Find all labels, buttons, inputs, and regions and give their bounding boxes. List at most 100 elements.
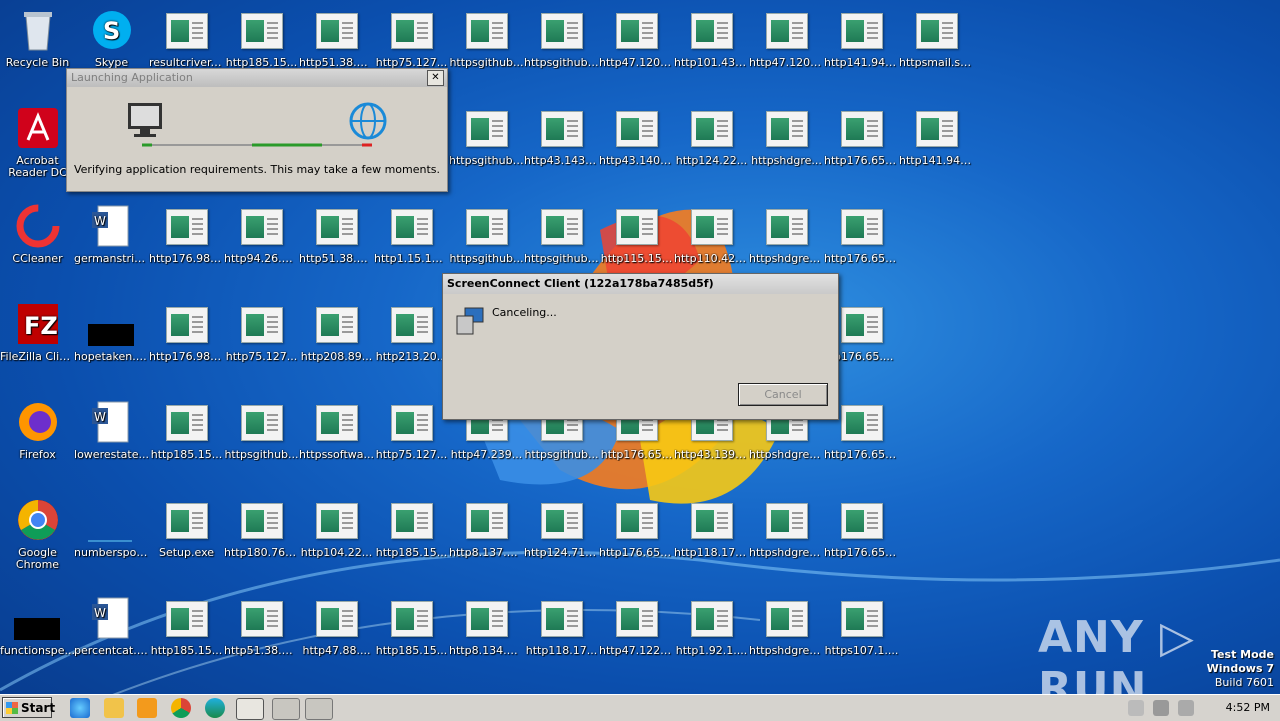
desktop-icon-shortcut[interactable]: http185.15... (149, 392, 224, 488)
desktop-icon-shortcut[interactable]: http75.127... (374, 392, 449, 488)
desktop-icon-shortcut[interactable]: httpssoftwa... (299, 392, 374, 488)
taskbar-window-button[interactable] (272, 698, 300, 720)
desktop-icon-shortcut[interactable]: http1.92.1.... (674, 588, 749, 684)
desktop-icon-shortcut[interactable]: http176.98.... (149, 196, 224, 292)
clock[interactable]: 4:52 PM (1226, 695, 1270, 721)
desktop-icon-shortcut[interactable]: Setup.exe (149, 490, 224, 586)
icon-label: http94.26.9... (224, 253, 299, 265)
web-shortcut-icon (688, 202, 736, 250)
desktop-icon-chrome[interactable]: Google Chrome (0, 490, 75, 586)
desktop-icon-shortcut[interactable]: http185.15... (149, 588, 224, 684)
filezilla-icon: FZ (17, 304, 58, 344)
icon-label: functionspe... (0, 645, 75, 657)
explorer-folder-icon[interactable] (104, 698, 124, 718)
desktop-icon-shortcut[interactable]: http185.15... (374, 588, 449, 684)
svg-text:W: W (94, 214, 106, 228)
desktop-icon-germanstrin[interactable]: W germanstrin... (74, 196, 149, 292)
desktop-icon-shortcut[interactable]: http176.65.... (824, 98, 899, 194)
desktop-icon-shortcut[interactable]: http1.15.17... (374, 196, 449, 292)
web-shortcut-icon (838, 104, 886, 152)
desktop-icon-shortcut[interactable]: http118.17... (524, 588, 599, 684)
desktop-icon-shortcut[interactable]: httpshdgree... (749, 490, 824, 586)
desktop-icon-numberspol[interactable]: numberspol... (74, 490, 149, 586)
cancel-button[interactable]: Cancel (738, 383, 828, 406)
desktop-icon-shortcut[interactable]: httpsgithub... (449, 0, 524, 96)
desktop-icon-recycle-bin[interactable]: Recycle Bin (0, 0, 75, 96)
desktop-icon-shortcut[interactable]: http8.134.8... (449, 588, 524, 684)
icon-label: http43.140.... (599, 155, 674, 167)
icon-label: http47.239... (450, 449, 523, 461)
desktop-icon-functionspe[interactable]: functionspe... (0, 588, 75, 684)
web-shortcut-icon (238, 6, 286, 54)
screenconnect-taskbar-button[interactable] (236, 698, 264, 720)
media-player-icon[interactable] (137, 698, 157, 718)
desktop-icon-shortcut[interactable]: http43.140.... (599, 98, 674, 194)
icon-label: http51.38.1... (299, 253, 374, 265)
desktop-icon-shortcut[interactable]: http51.38.1... (299, 196, 374, 292)
desktop-icon-shortcut[interactable]: http8.137.6... (449, 490, 524, 586)
chrome-taskbar-icon[interactable] (171, 698, 191, 718)
desktop-icon-shortcut[interactable]: https107.1.... (824, 588, 899, 684)
web-shortcut-icon (463, 6, 511, 54)
desktop-icon-percentcat[interactable]: W percentcat.rtf (74, 588, 149, 684)
web-shortcut-icon (163, 398, 211, 446)
icon-label: percentcat.rtf (74, 645, 149, 657)
desktop-icon-shortcut[interactable]: httpsgithub.... (449, 98, 524, 194)
desktop-icon-shortcut[interactable]: http47.88.... (299, 588, 374, 684)
desktop-icon-shortcut[interactable]: http104.22... (299, 490, 374, 586)
desktop-icon-acrobat[interactable]: Acrobat Reader DC (0, 98, 75, 194)
svg-text:W: W (94, 410, 106, 424)
desktop-icon-shortcut[interactable]: http176.65.... (599, 490, 674, 586)
edge-taskbar-icon[interactable] (205, 698, 225, 718)
network-icon[interactable] (1153, 700, 1169, 716)
web-shortcut-icon (388, 300, 436, 348)
desktop-icon-shortcut[interactable]: http124.22... (674, 98, 749, 194)
dialog-title: ScreenConnect Client (122a178ba7485d5f) (443, 274, 838, 294)
internet-explorer-icon[interactable] (70, 698, 90, 718)
volume-icon[interactable] (1178, 700, 1194, 716)
desktop-icon-shortcut[interactable]: http180.76.... (224, 490, 299, 586)
desktop-icon-shortcut[interactable]: httpshdgree... (749, 588, 824, 684)
desktop-icon-hopetaken[interactable]: hopetaken.jpg (74, 294, 149, 390)
start-button[interactable]: Start (2, 697, 56, 718)
desktop-icon-shortcut[interactable]: http75.127... (224, 294, 299, 390)
blank-file-icon (87, 496, 136, 544)
desktop-icon-firefox[interactable]: Firefox (0, 392, 75, 488)
icon-label: Setup.exe (158, 547, 215, 559)
desktop-icon-filezilla[interactable]: FZ FileZilla Client (0, 294, 75, 390)
desktop-icon-lowerestate[interactable]: W lowerestate... (74, 392, 149, 488)
desktop-icon-shortcut[interactable]: http51.38.1... (224, 588, 299, 684)
desktop-icon-shortcut[interactable]: http47.120.... (599, 0, 674, 96)
desktop-icon-shortcut[interactable]: http101.43.... (674, 0, 749, 96)
desktop-icon-shortcut[interactable]: http141.94.... (899, 98, 974, 194)
icon-label: http124.22... (675, 155, 748, 167)
icon-label: CCleaner (12, 253, 63, 265)
desktop-icon-ccleaner[interactable]: CCleaner (0, 196, 75, 292)
action-center-flag-icon[interactable] (1128, 700, 1144, 716)
desktop-icon-shortcut[interactable]: httpsgithub... (224, 392, 299, 488)
desktop-icon-shortcut[interactable]: http176.65.... (824, 490, 899, 586)
desktop-icon-shortcut[interactable]: http208.89... (299, 294, 374, 390)
icon-label: http110.42.... (674, 253, 749, 265)
web-shortcut-icon (688, 6, 736, 54)
desktop-icon-shortcut[interactable]: httpsmail.sc... (899, 0, 974, 96)
windows-flag-icon (6, 702, 18, 714)
web-shortcut-icon (238, 496, 286, 544)
desktop-icon-shortcut[interactable]: http94.26.9... (224, 196, 299, 292)
icon-label: http176.98.... (149, 351, 224, 363)
desktop-icon-shortcut[interactable]: httpshdgre... (749, 98, 824, 194)
taskbar-window-button[interactable] (305, 698, 333, 720)
desktop-icon-shortcut[interactable]: http213.20... (374, 294, 449, 390)
desktop-icon-shortcut[interactable]: http118.17.... (674, 490, 749, 586)
desktop-icon-shortcut[interactable]: http43.143.... (524, 98, 599, 194)
desktop-icon-shortcut[interactable]: httpsgithub.... (524, 0, 599, 96)
desktop-icon-shortcut[interactable]: http176.98.... (149, 294, 224, 390)
web-shortcut-icon (238, 300, 286, 348)
start-label: Start (21, 701, 56, 715)
desktop-icon-shortcut[interactable]: http124.71.... (524, 490, 599, 586)
desktop-icon-shortcut[interactable]: http47.122.... (599, 588, 674, 684)
desktop-icon-shortcut[interactable]: http185.15... (374, 490, 449, 586)
desktop-icon-shortcut[interactable]: http141.94.... (824, 0, 899, 96)
desktop-icon-shortcut[interactable]: http47.120.... (749, 0, 824, 96)
close-button[interactable]: ✕ (427, 70, 444, 86)
